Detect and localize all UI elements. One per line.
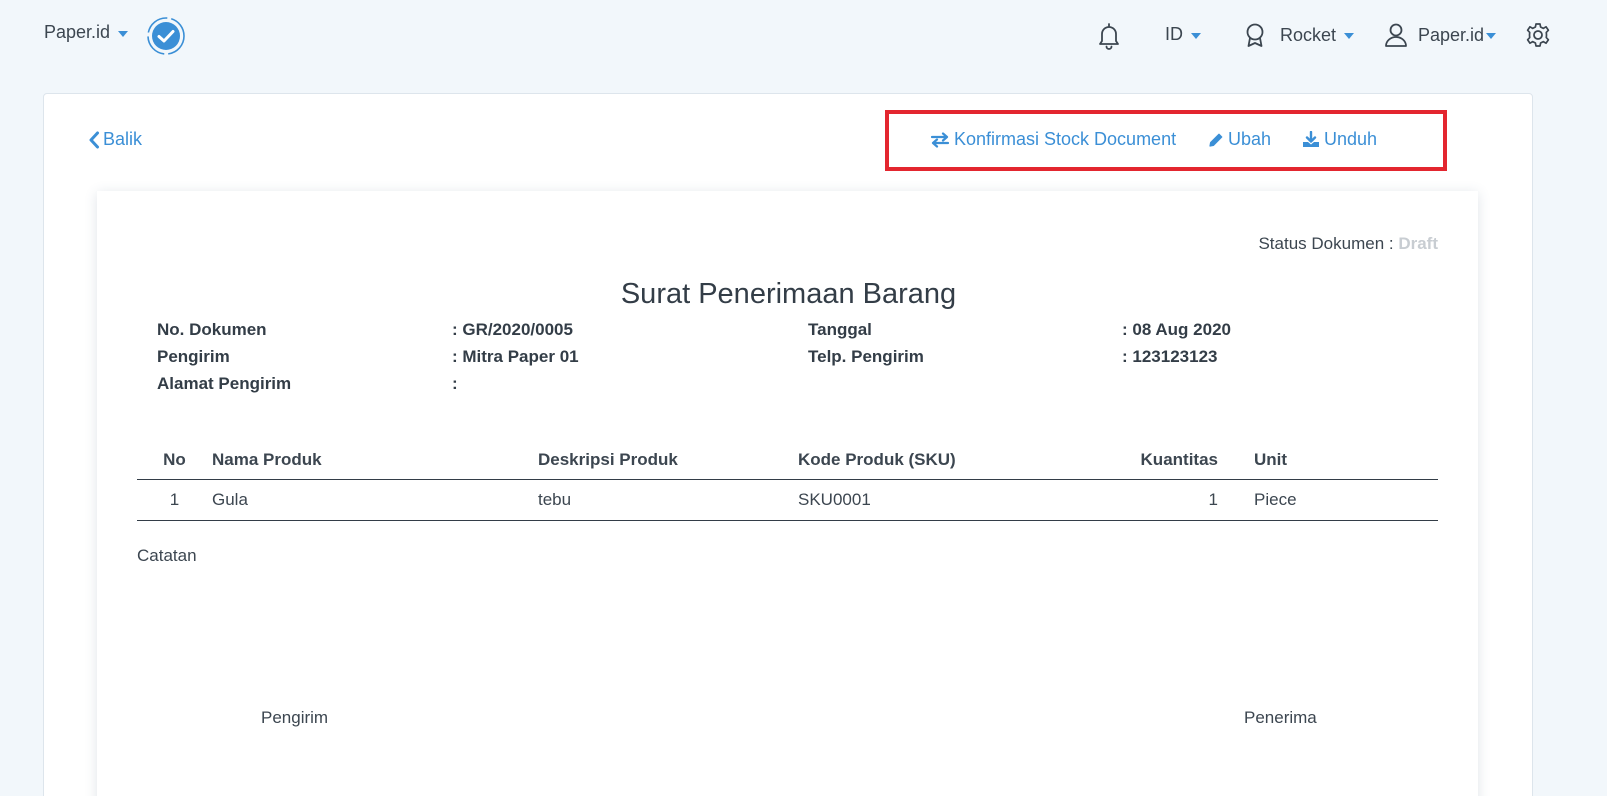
sender-address-value: :: [452, 374, 458, 393]
status-label: Status Dokumen :: [1258, 234, 1394, 253]
doc-number-value: : GR/2020/0005: [452, 320, 573, 339]
notes-label: Catatan: [137, 546, 197, 565]
sender-phone-value: : 123123123: [1122, 347, 1218, 366]
language-switcher[interactable]: ID: [1165, 24, 1201, 45]
confirm-stock-document-label: Konfirmasi Stock Document: [954, 129, 1177, 149]
company-name: Paper.id: [44, 22, 111, 42]
chevron-down-icon: [1486, 33, 1497, 39]
sender-label: Pengirim: [157, 347, 230, 366]
date-label: Tanggal: [808, 320, 872, 339]
top-bar: Paper.id ID Rocket Paper.id: [0, 0, 1607, 72]
doc-number-label: No. Dokumen: [157, 320, 267, 339]
cell-product-description: tebu: [538, 479, 798, 521]
gear-icon: [1526, 23, 1550, 47]
document-status: Status Dokumen : Draft: [1258, 234, 1438, 254]
column-header-sku: Kode Produk (SKU): [798, 441, 1120, 480]
swap-arrows-icon: [930, 131, 950, 148]
notifications-button[interactable]: [1097, 22, 1121, 50]
settings-button[interactable]: [1525, 22, 1551, 48]
user-label: Paper.id: [1418, 24, 1485, 45]
column-header-quantity: Kuantitas: [1120, 441, 1218, 480]
user-menu[interactable]: Paper.id: [1384, 22, 1497, 48]
status-badge: Draft: [1398, 234, 1438, 253]
plan-label: Rocket: [1280, 24, 1337, 45]
chevron-down-icon: [1191, 32, 1201, 39]
chevron-down-icon: [118, 30, 129, 37]
cell-unit: Piece: [1218, 479, 1438, 521]
table-header-row: No Nama Produk Deskripsi Produk Kode Pro…: [137, 441, 1438, 480]
signature-receiver-label: Penerima: [1244, 708, 1317, 727]
column-header-product-name: Nama Produk: [212, 441, 538, 480]
column-header-no: No: [137, 441, 212, 480]
sender-phone-label: Telp. Pengirim: [808, 347, 924, 366]
signature-sender-label: Pengirim: [261, 708, 329, 727]
edit-button[interactable]: Ubah: [1208, 129, 1271, 150]
user-icon: [1385, 23, 1407, 47]
cell-quantity: 1: [1120, 479, 1218, 521]
pencil-icon: [1209, 133, 1223, 147]
column-header-product-description: Deskripsi Produk: [538, 441, 798, 480]
cell-product-name: Gula: [212, 479, 538, 521]
back-label: Balik: [103, 129, 143, 149]
table-row: 1 Gula tebu SKU0001 1 Piece: [137, 479, 1438, 521]
confirm-stock-document-button[interactable]: Konfirmasi Stock Document: [930, 129, 1176, 150]
download-label: Unduh: [1324, 129, 1378, 149]
plan-menu[interactable]: Rocket: [1244, 22, 1355, 48]
sender-address-label: Alamat Pengirim: [157, 374, 292, 393]
cell-no: 1: [137, 479, 212, 521]
column-header-unit: Unit: [1218, 441, 1438, 480]
cell-sku: SKU0001: [798, 479, 1120, 521]
company-switcher[interactable]: Paper.id: [44, 22, 129, 43]
badge-icon: [1246, 23, 1264, 47]
back-link[interactable]: Balik: [88, 129, 142, 150]
sender-value: : Mitra Paper 01: [452, 347, 579, 366]
bell-icon: [1099, 23, 1119, 50]
document-title: Surat Penerimaan Barang: [620, 278, 957, 310]
chevron-down-icon: [1344, 33, 1355, 39]
edit-label: Ubah: [1228, 129, 1272, 149]
items-table: No Nama Produk Deskripsi Produk Kode Pro…: [137, 441, 1438, 521]
verified-check-icon: [147, 17, 185, 55]
download-button[interactable]: Unduh: [1302, 129, 1377, 150]
chevron-left-icon: [89, 131, 99, 148]
download-icon: [1303, 131, 1319, 147]
language-label: ID: [1165, 24, 1183, 44]
date-value: : 08 Aug 2020: [1122, 320, 1231, 339]
